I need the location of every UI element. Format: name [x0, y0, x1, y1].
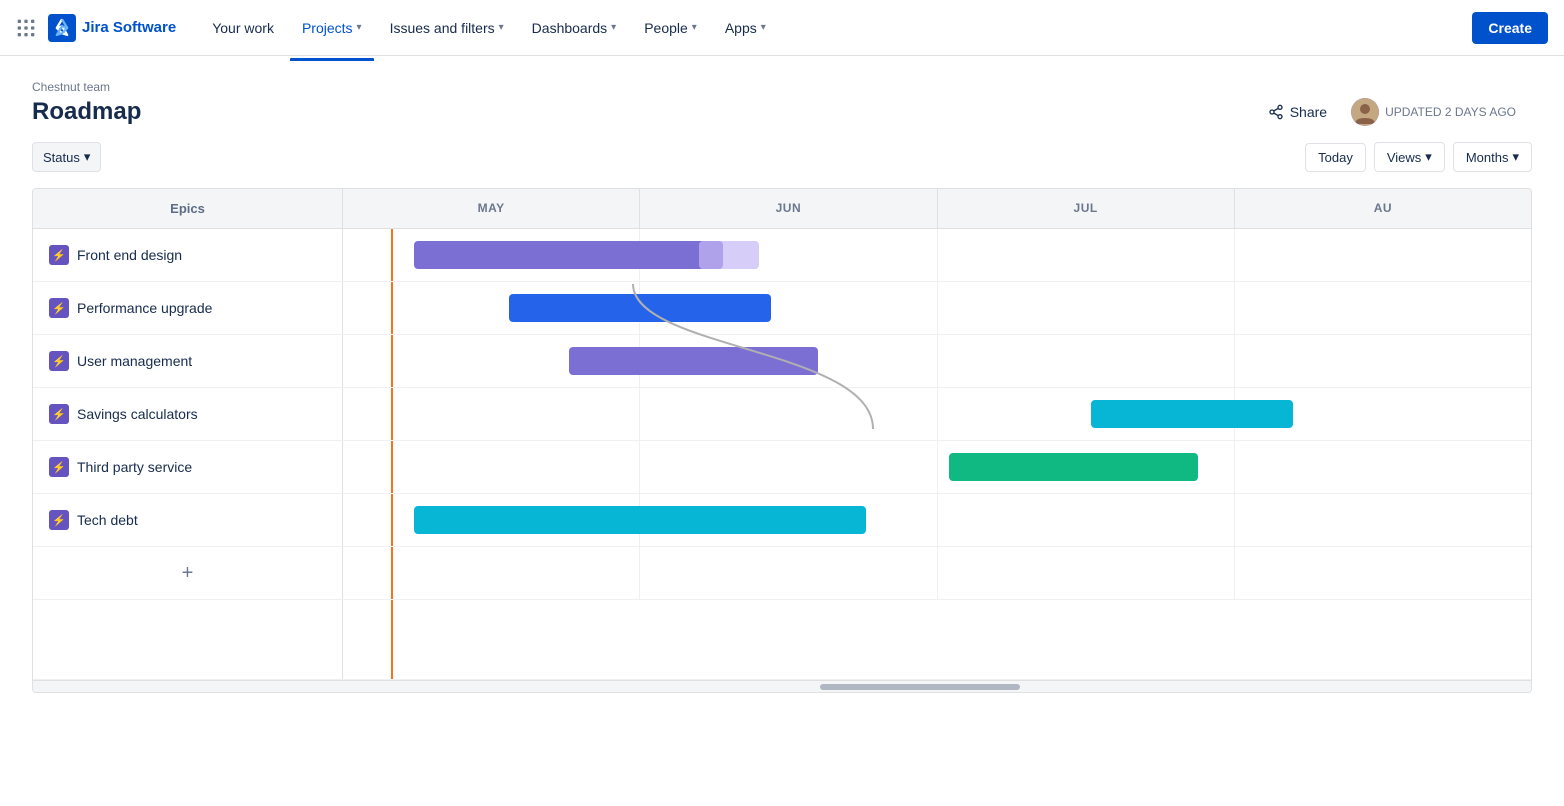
epic-bar-1-ghost [699, 241, 758, 269]
epic-icon-6: ⚡ [49, 510, 69, 530]
nav-item-issues[interactable]: Issues and filters ▾ [378, 12, 516, 44]
empty-epics-1 [33, 600, 343, 679]
scrollbar-thumb[interactable] [820, 684, 1020, 690]
today-line [391, 547, 393, 599]
people-chevron: ▾ [692, 22, 697, 33]
epic-cell-1[interactable]: ⚡ Front end design [33, 229, 343, 281]
logo-text: Jira Software [82, 19, 176, 36]
nav-items: Your work Projects ▾ Issues and filters … [200, 12, 1472, 44]
views-chevron-icon: ▾ [1425, 149, 1432, 165]
empty-timeline-1 [343, 600, 1531, 679]
projects-chevron: ▾ [357, 22, 362, 33]
epic-label-1: Front end design [77, 247, 182, 263]
status-filter-button[interactable]: Status ▾ [32, 142, 101, 172]
month-header-may: MAY [343, 189, 640, 228]
grid-icon[interactable] [16, 18, 36, 38]
apps-chevron: ▾ [761, 22, 766, 33]
nav-item-dashboards[interactable]: Dashboards ▾ [520, 12, 629, 44]
timeline-cell-3[interactable] [343, 335, 1531, 387]
share-icon [1268, 104, 1284, 120]
epic-label-3: User management [77, 353, 192, 369]
epic-bar-4[interactable] [1091, 400, 1293, 428]
epic-icon-2: ⚡ [49, 298, 69, 318]
table-row: ⚡ Savings calculators [33, 388, 1531, 441]
nav-item-people[interactable]: People ▾ [632, 12, 709, 44]
roadmap-header: Epics MAY JUN JUL AU [33, 189, 1531, 229]
epic-label-6: Tech debt [77, 512, 138, 528]
epic-icon-5: ⚡ [49, 457, 69, 477]
add-epic-row: + [33, 547, 1531, 600]
epic-bar-6[interactable] [414, 506, 865, 534]
epic-bar-2[interactable] [509, 294, 770, 322]
table-row: ⚡ Front end design [33, 229, 1531, 282]
timeline-header: MAY JUN JUL AU [343, 189, 1531, 228]
nav-item-your-work[interactable]: Your work [200, 12, 286, 44]
scrollbar-row [33, 680, 1531, 692]
nav-item-apps[interactable]: Apps ▾ [713, 12, 778, 44]
today-line [391, 229, 393, 281]
table-row: ⚡ Third party service [33, 441, 1531, 494]
epic-cell-5[interactable]: ⚡ Third party service [33, 441, 343, 493]
epic-icon-4: ⚡ [49, 404, 69, 424]
status-chevron-icon: ▾ [84, 149, 91, 165]
updated-info: UPDATED 2 DAYS AGO [1351, 98, 1516, 126]
toolbar-right: Today Views ▾ Months ▾ [1305, 142, 1532, 172]
epic-label-4: Savings calculators [77, 406, 198, 422]
today-line [391, 494, 393, 546]
epics-column-header: Epics [33, 189, 343, 228]
logo[interactable]: Jira Software [48, 14, 176, 42]
page-header: Chestnut team Roadmap Share UPDA [0, 56, 1564, 126]
epic-bar-3[interactable] [569, 347, 818, 375]
today-line [391, 335, 393, 387]
scrollbar-track[interactable] [343, 681, 1531, 692]
epic-cell-2[interactable]: ⚡ Performance upgrade [33, 282, 343, 334]
epic-icon-3: ⚡ [49, 351, 69, 371]
today-line [391, 388, 393, 440]
add-epic-cell: + [33, 547, 343, 599]
create-button[interactable]: Create [1472, 12, 1548, 44]
today-line [391, 441, 393, 493]
navbar: Jira Software Your work Projects ▾ Issue… [0, 0, 1564, 56]
breadcrumb: Chestnut team [32, 80, 1532, 94]
roadmap-body: ⚡ Front end design ⚡ Performance upgrade [33, 229, 1531, 600]
timeline-cell-4[interactable] [343, 388, 1531, 440]
page-title: Roadmap [32, 98, 141, 126]
epic-bar-5[interactable] [949, 453, 1198, 481]
views-button[interactable]: Views ▾ [1374, 142, 1445, 172]
timeline-cell-1[interactable] [343, 229, 1531, 281]
timeline-cell-2[interactable] [343, 282, 1531, 334]
epic-icon-1: ⚡ [49, 245, 69, 265]
today-line [391, 282, 393, 334]
month-header-aug: AU [1235, 189, 1531, 228]
epic-label-5: Third party service [77, 459, 192, 475]
timeline-cell-6[interactable] [343, 494, 1531, 546]
epic-cell-4[interactable]: ⚡ Savings calculators [33, 388, 343, 440]
add-row-timeline [343, 547, 1531, 599]
toolbar-left: Status ▾ [32, 142, 101, 172]
month-header-jul: JUL [938, 189, 1235, 228]
roadmap-container: Epics MAY JUN JUL AU ⚡ Front end design [32, 188, 1532, 693]
issues-chevron: ▾ [499, 22, 504, 33]
table-row: ⚡ Performance upgrade [33, 282, 1531, 335]
epic-cell-6[interactable]: ⚡ Tech debt [33, 494, 343, 546]
nav-item-projects[interactable]: Projects ▾ [290, 12, 374, 44]
months-chevron-icon: ▾ [1512, 149, 1519, 165]
timeline-cell-5[interactable] [343, 441, 1531, 493]
share-button[interactable]: Share [1256, 98, 1339, 126]
avatar [1351, 98, 1379, 126]
months-button[interactable]: Months ▾ [1453, 142, 1532, 172]
empty-row-1 [33, 600, 1531, 680]
today-button[interactable]: Today [1305, 143, 1366, 172]
epic-label-2: Performance upgrade [77, 300, 212, 316]
table-row: ⚡ User management [33, 335, 1531, 388]
month-header-jun: JUN [640, 189, 937, 228]
add-epic-button[interactable]: + [174, 559, 202, 587]
epic-bar-1[interactable] [414, 241, 723, 269]
toolbar: Status ▾ Today Views ▾ Months ▾ [0, 126, 1564, 172]
table-row: ⚡ Tech debt [33, 494, 1531, 547]
dashboards-chevron: ▾ [611, 22, 616, 33]
epic-cell-3[interactable]: ⚡ User management [33, 335, 343, 387]
